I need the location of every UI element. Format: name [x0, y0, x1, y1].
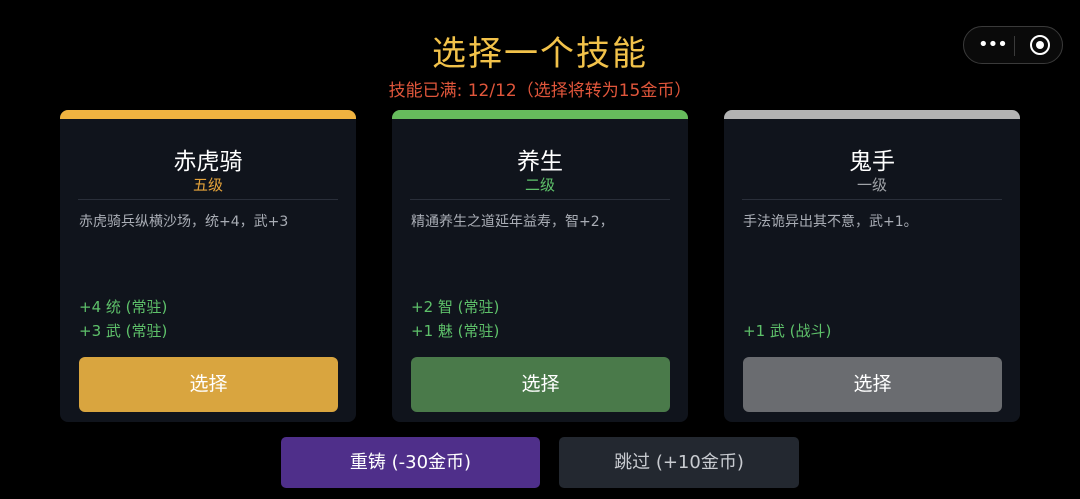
- skill-card-3: 鬼手 一级 手法诡异出其不意，武+1。 +1 武 (战斗) 选择: [724, 110, 1020, 422]
- skill-stats: +4 统 (常驻) +3 武 (常驻): [79, 295, 167, 343]
- card-accent-bar: [392, 110, 688, 119]
- skill-description: 精通养生之道延年益寿，智+2，: [411, 214, 614, 230]
- skill-level: 一级: [856, 176, 887, 194]
- skill-stats: +1 武 (战斗): [743, 319, 831, 343]
- more-dots-icon[interactable]: •••: [978, 36, 1008, 54]
- mini-program-capsule: •••: [963, 26, 1063, 64]
- skill-description: 赤虎骑兵纵横沙场，统+4，武+3: [79, 214, 289, 230]
- close-target-icon[interactable]: [1030, 35, 1050, 55]
- card-accent-bar: [724, 110, 1020, 119]
- select-button[interactable]: 选择: [411, 357, 670, 412]
- skill-full-notice: 技能已满: 12/12（选择将转为15金币）: [388, 81, 692, 101]
- card-divider: [742, 199, 1002, 200]
- stat-line: +4 统 (常驻): [79, 298, 168, 316]
- skill-card-1: 赤虎骑 五级 赤虎骑兵纵横沙场，统+4，武+3 +4 统 (常驻) +3 武 (…: [60, 110, 356, 422]
- skill-description: 手法诡异出其不意，武+1。: [743, 214, 918, 230]
- stat-line: +2 智 (常驻): [411, 298, 500, 316]
- select-button[interactable]: 选择: [743, 357, 1002, 412]
- skill-level: 二级: [524, 176, 555, 194]
- skill-level: 五级: [192, 176, 223, 194]
- skill-stats: +2 智 (常驻) +1 魅 (常驻): [411, 295, 499, 343]
- skill-name: 鬼手: [849, 149, 895, 175]
- skip-button[interactable]: 跳过 (+10金币): [559, 437, 799, 488]
- stat-line: +1 魅 (常驻): [411, 322, 500, 340]
- skill-name: 养生: [517, 149, 563, 175]
- skill-name: 赤虎骑: [173, 149, 243, 175]
- skill-card-2: 养生 二级 精通养生之道延年益寿，智+2， +2 智 (常驻) +1 魅 (常驻…: [392, 110, 688, 422]
- card-divider: [410, 199, 670, 200]
- stat-line: +1 武 (战斗): [743, 322, 832, 340]
- card-divider: [78, 199, 338, 200]
- dialog-title: 选择一个技能: [432, 34, 648, 74]
- reroll-button[interactable]: 重铸 (-30金币): [281, 437, 540, 488]
- card-accent-bar: [60, 110, 356, 119]
- stat-line: +3 武 (常驻): [79, 322, 168, 340]
- select-button[interactable]: 选择: [79, 357, 338, 412]
- capsule-divider: [1014, 36, 1015, 56]
